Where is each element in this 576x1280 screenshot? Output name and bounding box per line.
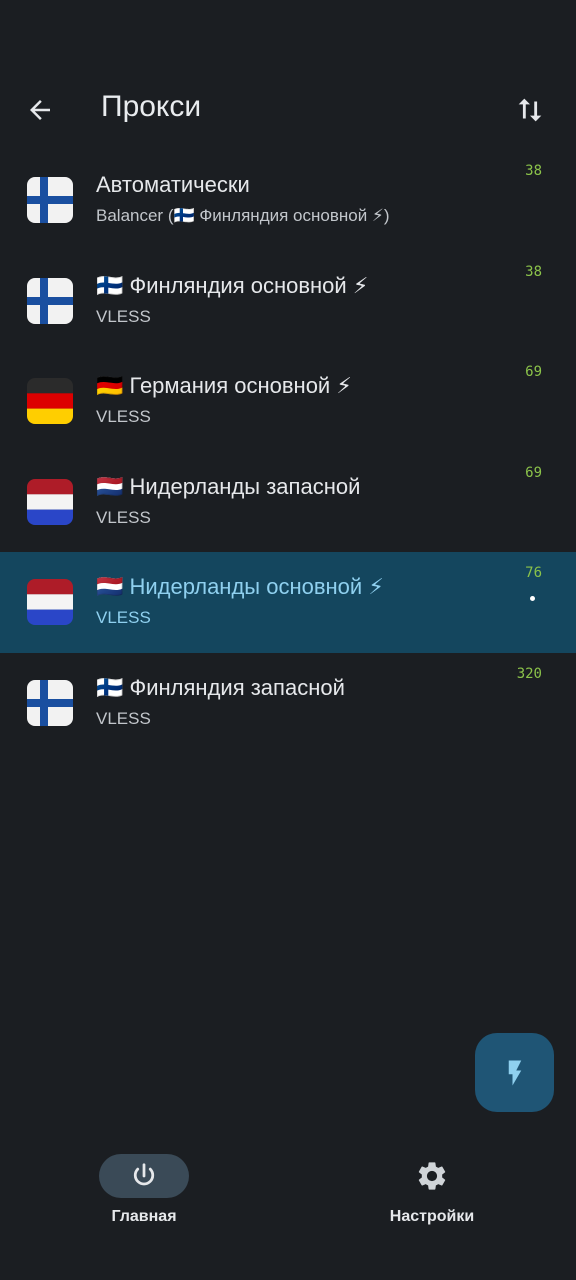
gear-icon (418, 1162, 446, 1190)
proxy-item[interactable]: 🇳🇱 Нидерланды запасной VLESS 69 (0, 452, 576, 553)
finland-flag-icon (27, 277, 73, 324)
proxy-name: 🇩🇪 Германия основной ⚡ (96, 373, 352, 398)
proxy-name: 🇳🇱 Нидерланды основной ⚡ (96, 574, 384, 599)
proxy-protocol: VLESS (96, 507, 151, 527)
nav-home-indicator (99, 1154, 189, 1198)
proxy-ping: 69 (525, 364, 542, 380)
germany-flag-icon (27, 378, 73, 424)
proxy-name: 🇫🇮 Финляндия запасной (96, 674, 345, 700)
proxy-item[interactable]: 🇫🇮 Финляндия запасной VLESS 320 (0, 653, 576, 754)
proxy-protocol: VLESS (96, 407, 151, 426)
proxy-name: Автоматически (96, 172, 250, 197)
proxy-item[interactable]: 🇳🇱 Нидерланды основной ⚡ VLESS 76 (0, 552, 576, 653)
bottom-navigation: Главная Настройки (0, 1140, 576, 1280)
proxy-ping: 76 (525, 565, 542, 581)
proxy-ping: 69 (525, 464, 542, 481)
proxy-item[interactable]: Автоматически Balancer (🇫🇮 Финляндия осно… (0, 150, 576, 251)
proxy-protocol: VLESS (96, 608, 151, 627)
finland-flag-icon (27, 177, 73, 223)
proxy-protocol: Balancer (🇫🇮 Финляндия основной ⚡) (96, 206, 390, 225)
proxy-name: 🇫🇮 Финляндия основной ⚡ (96, 272, 369, 298)
proxy-protocol: VLESS (96, 708, 151, 728)
proxy-ping: 38 (525, 263, 542, 280)
page-title: Прокси (101, 90, 202, 123)
proxy-ping: 38 (525, 163, 542, 179)
arrow-left-icon (30, 100, 50, 120)
sort-button[interactable] (510, 90, 550, 130)
back-button[interactable] (22, 92, 58, 128)
proxy-list: Автоматически Balancer (🇫🇮 Финляндия осно… (0, 150, 576, 753)
nav-home-label: Главная (111, 1208, 177, 1225)
selected-indicator (530, 596, 535, 601)
proxy-name: 🇳🇱 Нидерланды запасной (96, 473, 361, 499)
nav-settings-label: Настройки (389, 1208, 475, 1225)
proxy-item[interactable]: 🇫🇮 Финляндия основной ⚡ VLESS 38 (0, 251, 576, 352)
nav-home[interactable]: Главная (44, 1154, 244, 1226)
netherlands-flag-icon (27, 478, 73, 525)
proxy-ping: 320 (516, 665, 542, 682)
fast-connect-button[interactable] (475, 1033, 554, 1112)
proxy-protocol: VLESS (96, 306, 151, 326)
lightning-icon (508, 1060, 521, 1085)
top-app-bar: Прокси (0, 70, 576, 150)
sort-arrows-icon (518, 98, 542, 122)
netherlands-flag-icon (27, 579, 73, 625)
power-icon (133, 1163, 155, 1186)
nav-settings[interactable]: Настройки (332, 1154, 532, 1226)
nav-settings-indicator (387, 1154, 477, 1198)
finland-flag-icon (27, 679, 73, 726)
proxy-item[interactable]: 🇩🇪 Германия основной ⚡ VLESS 69 (0, 351, 576, 452)
